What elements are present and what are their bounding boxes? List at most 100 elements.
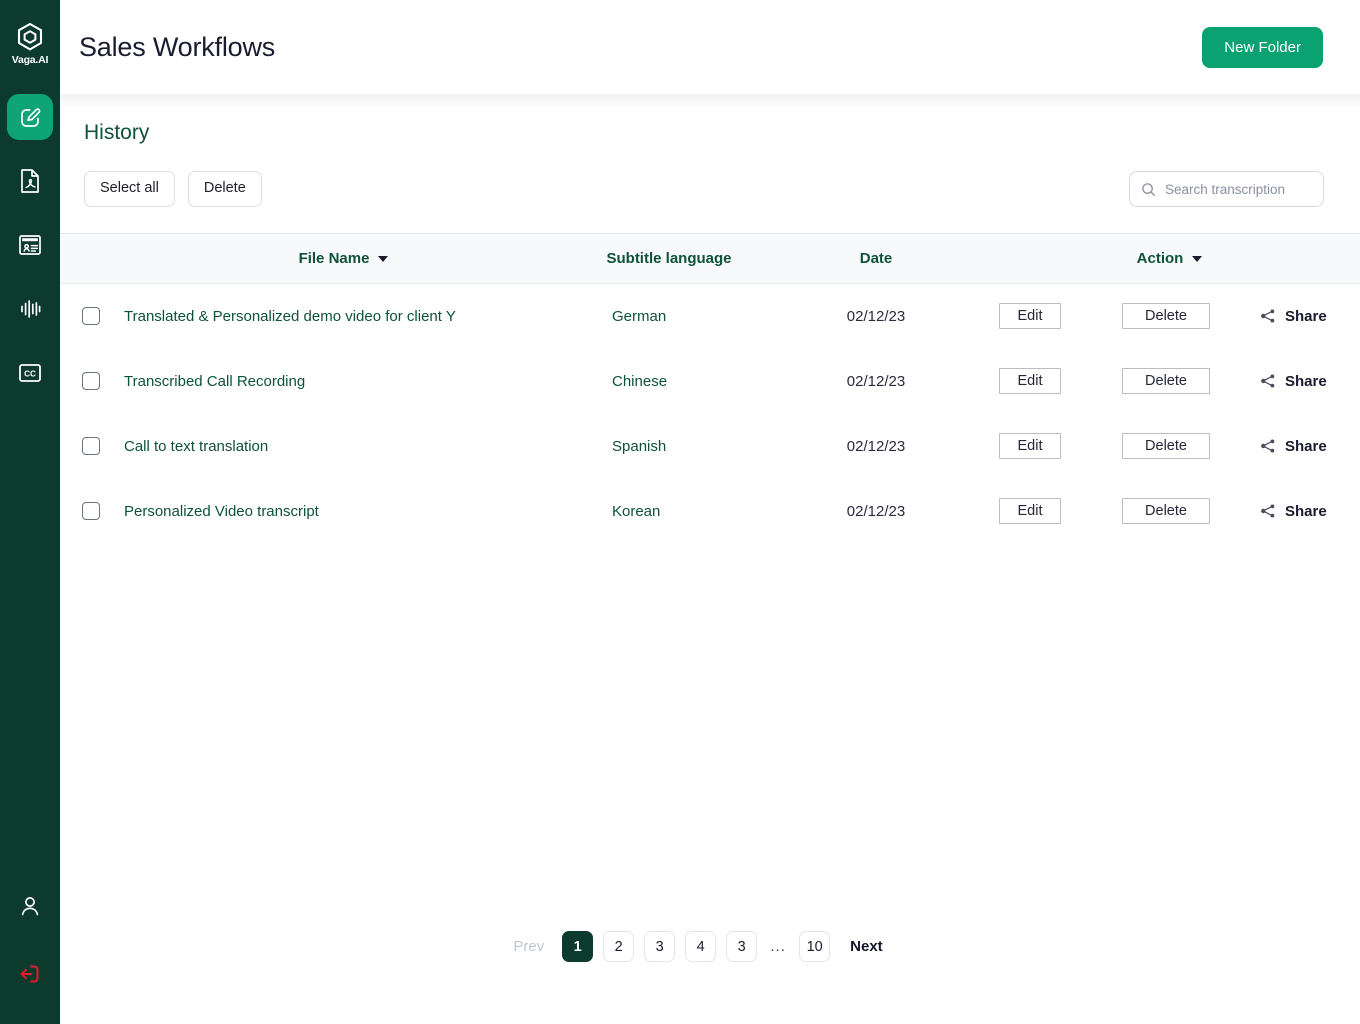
row-file-name[interactable]: Personalized Video transcript bbox=[122, 479, 565, 544]
pagination-page-4[interactable]: 4 bbox=[685, 931, 717, 962]
pagination-page-5[interactable]: 3 bbox=[726, 931, 758, 962]
delete-button[interactable]: Delete bbox=[1122, 368, 1210, 394]
new-folder-button[interactable]: New Folder bbox=[1202, 26, 1323, 68]
share-nodes-icon bbox=[1261, 309, 1275, 323]
row-actions-cell: Edit Delete Share bbox=[979, 479, 1360, 544]
pagination-ellipsis: ... bbox=[770, 938, 786, 955]
main-area: Sales Workflows New Folder History Selec… bbox=[60, 0, 1360, 1024]
search-input[interactable] bbox=[1165, 181, 1312, 197]
column-header-action-label: Action bbox=[1136, 250, 1184, 267]
content-area: History Select all Delete Search transcr… bbox=[60, 109, 1360, 1024]
share-button[interactable]: Share bbox=[1260, 503, 1327, 520]
select-all-button[interactable]: Select all bbox=[84, 171, 175, 207]
share-button[interactable]: Share bbox=[1260, 438, 1327, 455]
logo-text: Vaga.AI bbox=[11, 54, 49, 66]
column-header-subtitle-language: Subtitle language bbox=[565, 234, 773, 284]
row-subtitle-language: Chinese bbox=[612, 372, 668, 390]
table-body: Translated & Personalized demo video for… bbox=[60, 284, 1360, 544]
row-checkbox[interactable] bbox=[82, 502, 100, 521]
row-actions-cell: Edit Delete Share bbox=[979, 349, 1360, 414]
share-label: Share bbox=[1285, 437, 1327, 455]
edit-button[interactable]: Edit bbox=[999, 368, 1061, 394]
search-icon bbox=[1142, 182, 1155, 196]
sidebar: Vaga.AI CC bbox=[0, 0, 60, 1024]
row-actions-cell: Edit Delete Share bbox=[979, 284, 1360, 349]
share-nodes-icon bbox=[1261, 374, 1275, 388]
row-subtitle-language: Spanish bbox=[612, 437, 667, 455]
table-row: Translated & Personalized demo video for… bbox=[60, 284, 1360, 349]
chevron-down-icon bbox=[1192, 255, 1203, 262]
row-checkbox-cell bbox=[60, 349, 122, 414]
table-row: Personalized Video transcript Korean 02/… bbox=[60, 479, 1360, 544]
row-subtitle-language: German bbox=[612, 307, 667, 325]
column-header-subtitle-language-label: Subtitle language bbox=[606, 250, 732, 267]
edit-button[interactable]: Edit bbox=[999, 498, 1061, 524]
delete-button[interactable]: Delete bbox=[1122, 498, 1210, 524]
app-root: Vaga.AI CC Sales Workflows New Folder Hi… bbox=[0, 0, 1360, 1024]
edit-button[interactable]: Edit bbox=[999, 433, 1061, 459]
sidebar-item-card[interactable] bbox=[7, 222, 53, 268]
pdf-file-icon bbox=[21, 169, 39, 193]
logout-icon bbox=[20, 965, 39, 983]
page-title: Sales Workflows bbox=[79, 31, 276, 62]
table-row: Call to text translation Spanish 02/12/2… bbox=[60, 414, 1360, 479]
column-header-file-name[interactable]: File Name bbox=[122, 234, 565, 284]
row-file-name[interactable]: Call to text translation bbox=[122, 414, 565, 479]
share-button[interactable]: Share bbox=[1260, 373, 1327, 390]
row-date: 02/12/23 bbox=[846, 372, 906, 390]
delete-button[interactable]: Delete bbox=[1122, 433, 1210, 459]
table-head: File Name Subtitle language Date Action bbox=[60, 233, 1360, 284]
sidebar-item-audio[interactable] bbox=[7, 286, 53, 332]
row-date: 02/12/23 bbox=[846, 502, 906, 520]
table-toolbar: Select all Delete bbox=[84, 171, 1360, 207]
column-header-checkbox bbox=[60, 234, 122, 284]
search-box[interactable] bbox=[1129, 171, 1324, 207]
table-header-row: File Name Subtitle language Date Action bbox=[60, 233, 1360, 284]
row-actions-cell: Edit Delete Share bbox=[979, 414, 1360, 479]
hexagon-logo-icon bbox=[17, 22, 43, 51]
pagination-page-2[interactable]: 2 bbox=[603, 931, 635, 962]
column-header-date-label: Date bbox=[859, 250, 893, 267]
row-date: 02/12/23 bbox=[846, 437, 906, 455]
sidebar-nav: CC bbox=[0, 94, 60, 396]
history-table: File Name Subtitle language Date Action … bbox=[60, 233, 1360, 544]
share-button[interactable]: Share bbox=[1260, 308, 1327, 325]
closed-caption-icon: CC bbox=[19, 364, 41, 382]
pagination-next[interactable]: Next bbox=[850, 938, 883, 955]
chevron-down-icon bbox=[378, 255, 389, 262]
sidebar-item-captions[interactable]: CC bbox=[7, 350, 53, 396]
row-checkbox[interactable] bbox=[82, 372, 100, 391]
share-nodes-icon bbox=[1261, 439, 1275, 453]
row-checkbox[interactable] bbox=[82, 307, 100, 326]
edit-button[interactable]: Edit bbox=[999, 303, 1061, 330]
row-checkbox-cell bbox=[60, 414, 122, 479]
pagination: Prev 1 2 3 4 3 ... 10 Next bbox=[36, 931, 1360, 962]
row-file-name[interactable]: Transcribed Call Recording bbox=[122, 349, 565, 414]
pagination-page-3[interactable]: 3 bbox=[644, 931, 676, 962]
section-title: History bbox=[84, 121, 150, 144]
user-profile-icon bbox=[21, 897, 39, 916]
edit-square-icon bbox=[21, 108, 41, 127]
sidebar-item-profile[interactable] bbox=[8, 884, 52, 928]
id-card-icon bbox=[19, 235, 41, 255]
delete-button[interactable]: Delete bbox=[1122, 303, 1210, 330]
share-label: Share bbox=[1285, 372, 1327, 390]
row-file-name[interactable]: Translated & Personalized demo video for… bbox=[122, 284, 565, 349]
app-logo[interactable]: Vaga.AI bbox=[11, 0, 49, 66]
column-header-file-name-label: File Name bbox=[298, 250, 370, 267]
table-row: Transcribed Call Recording Chinese 02/12… bbox=[60, 349, 1360, 414]
delete-selected-button[interactable]: Delete bbox=[187, 171, 262, 207]
share-label: Share bbox=[1285, 307, 1327, 325]
top-bar: Sales Workflows New Folder bbox=[60, 0, 1360, 94]
header-divider-shadow bbox=[60, 93, 1360, 109]
sidebar-item-pdf[interactable] bbox=[7, 158, 53, 204]
column-header-action[interactable]: Action bbox=[979, 234, 1360, 284]
share-label: Share bbox=[1285, 502, 1327, 520]
pagination-page-1[interactable]: 1 bbox=[562, 931, 594, 962]
share-nodes-icon bbox=[1261, 504, 1275, 518]
pagination-prev[interactable]: Prev bbox=[513, 938, 544, 955]
audio-waveform-icon bbox=[21, 300, 41, 318]
row-checkbox[interactable] bbox=[82, 437, 100, 456]
sidebar-item-edit[interactable] bbox=[7, 94, 53, 140]
pagination-page-last[interactable]: 10 bbox=[799, 931, 831, 962]
